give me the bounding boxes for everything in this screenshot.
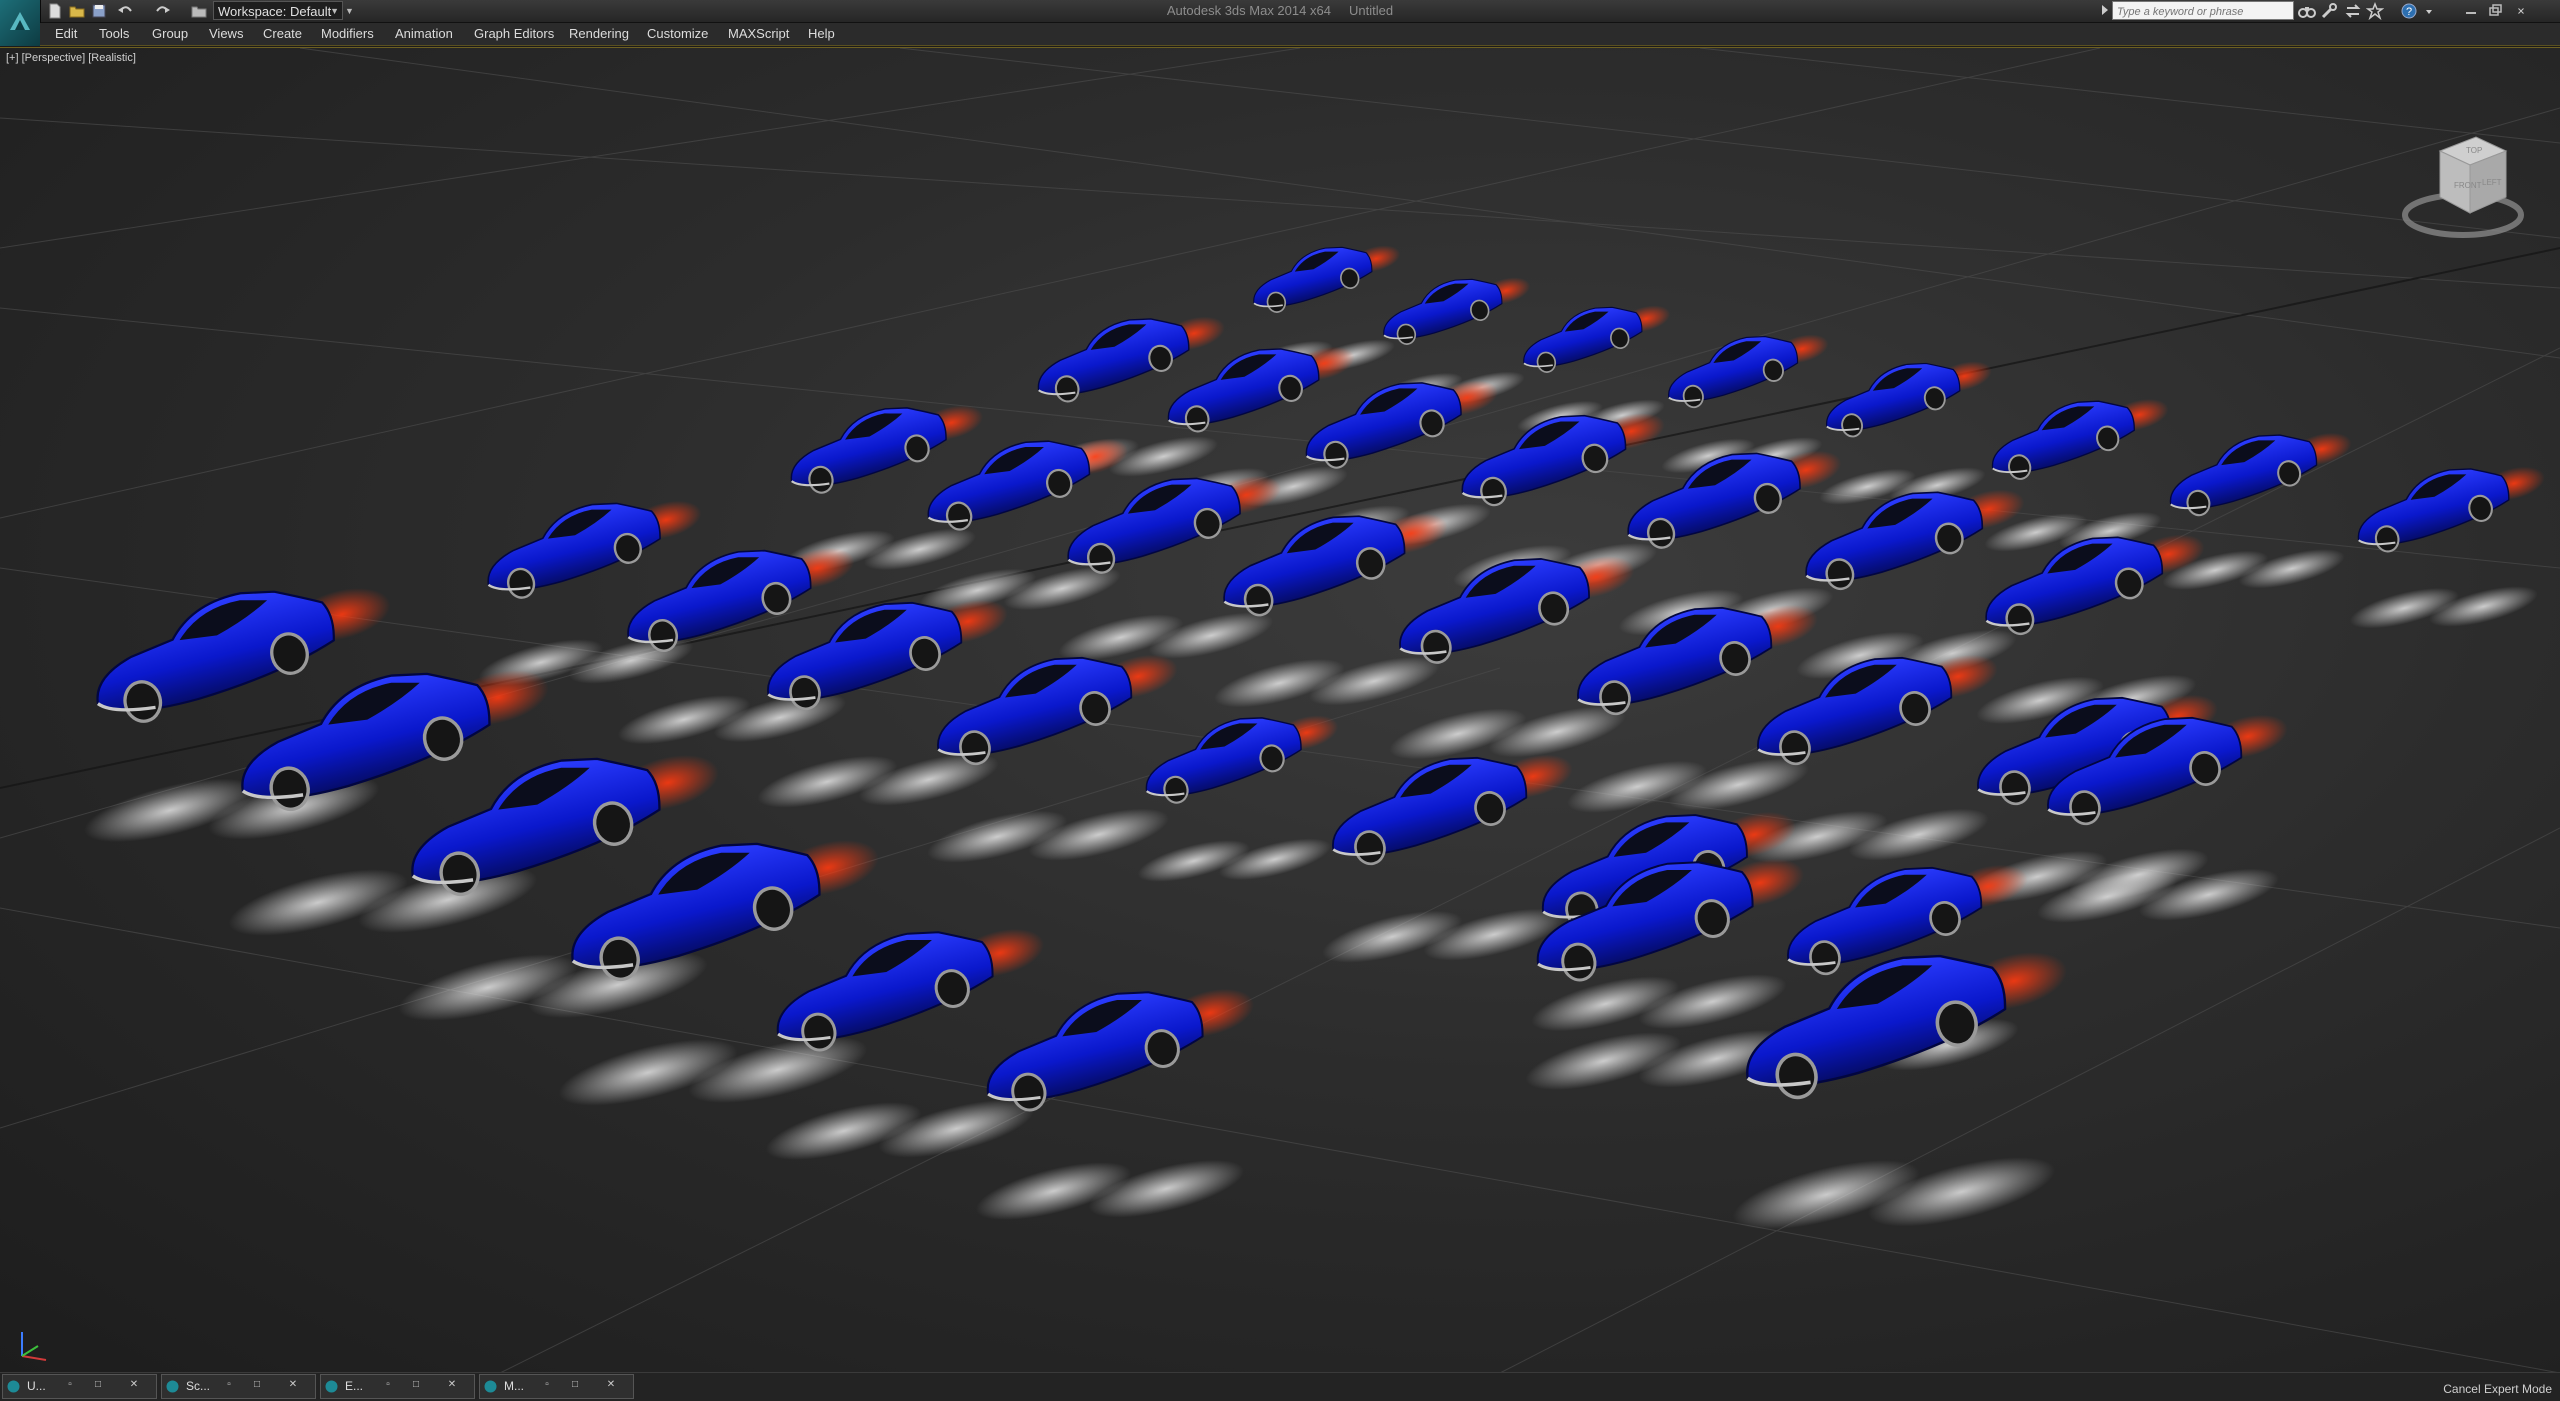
viewcube-front-label: FRONT <box>2454 181 2482 190</box>
menu-views[interactable]: Views <box>209 23 243 45</box>
headlight-pool <box>1088 1159 1245 1218</box>
headlight-pool <box>1218 838 1331 881</box>
binoculars-icon[interactable] <box>2298 2 2316 20</box>
title-separator <box>1335 3 1346 18</box>
menu-maxscript[interactable]: MAXScript <box>728 23 789 45</box>
taskbar-tab-3[interactable]: E... ▫ □ ✕ <box>320 1374 475 1399</box>
menu-graph-editors[interactable]: Graph Editors <box>474 23 554 45</box>
search-field[interactable] <box>2112 1 2294 21</box>
tab-restore-icon[interactable]: ▫ <box>63 1378 77 1392</box>
help-icon[interactable]: ? <box>2400 2 2418 20</box>
tab-maximize-icon[interactable]: □ <box>568 1378 582 1392</box>
menu-animation[interactable]: Animation <box>395 23 453 45</box>
taskbar-tab-2[interactable]: Sc... ▫ □ ✕ <box>161 1374 316 1399</box>
viewcube-left-label: LEFT <box>2482 178 2502 187</box>
taskbar-tab-label: E... <box>345 1379 364 1393</box>
app-icon <box>7 1380 20 1393</box>
workspace-dropdown[interactable]: Workspace: Default ▼ <box>213 1 343 20</box>
undo-icon[interactable] <box>116 2 134 20</box>
car-model <box>2162 432 2352 590</box>
app-logo-icon[interactable] <box>0 0 41 46</box>
tab-close-icon[interactable]: ✕ <box>286 1378 300 1392</box>
perspective-viewport[interactable]: [+] [Perspective] [Realistic] FRONT LEFT… <box>0 47 2560 1373</box>
tab-maximize-icon[interactable]: □ <box>91 1378 105 1392</box>
car-model <box>1732 952 2067 1230</box>
menu-customize[interactable]: Customize <box>647 23 708 45</box>
minimize-icon[interactable] <box>2460 0 2482 22</box>
menu-edit[interactable]: Edit <box>55 23 77 45</box>
search-input[interactable] <box>2113 3 2293 21</box>
close-icon[interactable] <box>2510 0 2554 22</box>
exchange-icon[interactable] <box>2344 2 2362 20</box>
menu-tools[interactable]: Tools <box>99 23 129 45</box>
menu-group[interactable]: Group <box>152 23 188 45</box>
headlight-pool <box>1308 657 1440 706</box>
app-title: Autodesk 3ds Max 2014 x64 <box>1166 3 1331 18</box>
chevron-down-icon: ▼ <box>330 6 339 16</box>
taskbar-tab-1[interactable]: U... ▫ □ ✕ <box>2 1374 157 1399</box>
menu-create[interactable]: Create <box>263 23 302 45</box>
headlight-pool <box>1868 1157 2055 1227</box>
app-icon <box>484 1380 497 1393</box>
tab-restore-icon[interactable]: ▫ <box>540 1378 554 1392</box>
headlight-pool <box>1638 974 1787 1030</box>
tab-close-icon[interactable]: ✕ <box>604 1378 618 1392</box>
window-title: Autodesk 3ds Max 2014 x64 Untitled <box>1000 0 1560 22</box>
grid-line <box>899 48 2560 239</box>
save-icon[interactable] <box>90 2 108 20</box>
menu-modifiers[interactable]: Modifiers <box>321 23 374 45</box>
menu-rendering[interactable]: Rendering <box>569 23 629 45</box>
restore-icon[interactable] <box>2484 0 2506 22</box>
tab-restore-icon[interactable]: ▫ <box>222 1378 236 1392</box>
axis-tripod-icon <box>8 1316 58 1366</box>
menu-bar: Edit Tools Group Views Create Modifiers … <box>40 23 2560 46</box>
car-model <box>1137 715 1339 882</box>
app-icon <box>166 1380 179 1393</box>
cancel-expert-mode-button[interactable]: Cancel Expert Mode <box>2443 1382 2552 1396</box>
headlight-pool <box>1848 808 1989 861</box>
status-bar: U... ▫ □ ✕ Sc... ▫ □ ✕ E... ▫ □ ✕ M... ▫… <box>0 1372 2560 1401</box>
help-dropdown-icon[interactable] <box>2420 2 2432 20</box>
grid-line <box>0 907 2560 1373</box>
viewport-label[interactable]: [+] [Perspective] [Realistic] <box>6 52 136 64</box>
redo-icon[interactable] <box>154 2 172 20</box>
tab-restore-icon[interactable]: ▫ <box>381 1378 395 1392</box>
headlight-pool <box>1028 808 1169 861</box>
grid-line <box>0 48 1301 249</box>
tools-icon[interactable] <box>2320 2 2338 20</box>
tab-maximize-icon[interactable]: □ <box>250 1378 264 1392</box>
tab-close-icon[interactable]: ✕ <box>127 1378 141 1392</box>
quick-access-dropdown-icon[interactable]: ▼ <box>345 2 357 20</box>
car-model <box>2350 466 2545 629</box>
menu-help[interactable]: Help <box>808 23 835 45</box>
taskbar-tab-label: M... <box>504 1379 524 1393</box>
workspace-label: Workspace: Default <box>218 4 332 19</box>
taskbar-tab-label: U... <box>27 1379 46 1393</box>
tab-close-icon[interactable]: ✕ <box>445 1378 459 1392</box>
taskbar-tab-label: Sc... <box>186 1379 211 1393</box>
svg-text:?: ? <box>2406 6 2412 18</box>
headlight-pool <box>2428 586 2538 627</box>
viewcube-top-label: TOP <box>2466 146 2482 155</box>
taskbar-tab-4[interactable]: M... ▫ □ ✕ <box>479 1374 634 1399</box>
tab-maximize-icon[interactable]: □ <box>409 1378 423 1392</box>
search-expand-icon[interactable] <box>2102 5 2108 15</box>
app-icon <box>325 1380 338 1393</box>
viewcube[interactable]: FRONT LEFT TOP <box>2398 103 2528 253</box>
grid-line <box>0 117 2560 289</box>
document-title: Untitled <box>1349 3 1394 18</box>
title-bar: Workspace: Default ▼ ▼ Autodesk 3ds Max … <box>0 0 2560 23</box>
new-file-icon[interactable] <box>46 2 64 20</box>
project-folder-icon[interactable] <box>190 2 208 20</box>
star-icon[interactable] <box>2365 1 2385 21</box>
headlight-pool <box>2238 549 2345 589</box>
open-file-icon[interactable] <box>68 2 86 20</box>
scene-render <box>0 48 2560 1373</box>
car-models <box>84 245 2545 1230</box>
